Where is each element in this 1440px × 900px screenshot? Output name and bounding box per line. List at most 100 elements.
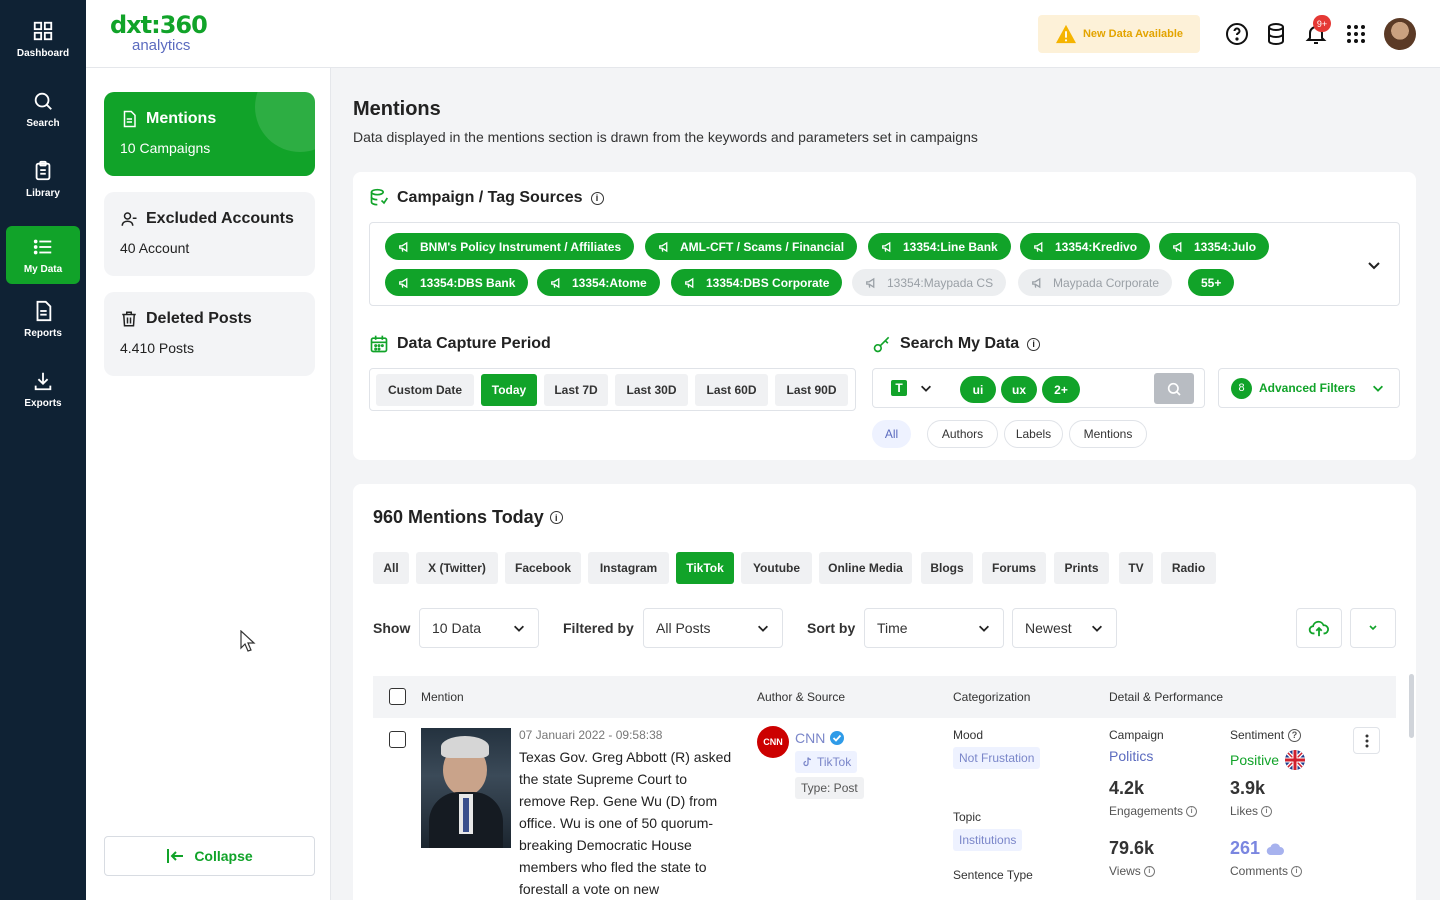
campaign-chip[interactable]: BNM's Policy Instrument / Affiliates [385, 233, 635, 260]
database-stack-icon [370, 188, 389, 206]
scope-mentions[interactable]: Mentions [1069, 420, 1147, 448]
nav-item-reports[interactable]: Reports [6, 290, 80, 348]
info-icon[interactable]: i [1291, 865, 1303, 877]
megaphone-icon [659, 241, 668, 252]
platform-tab-forums[interactable]: Forums [982, 552, 1046, 584]
stat-label: Engagements [1109, 804, 1184, 818]
sidebar-card-excluded-accounts[interactable]: Excluded Accounts 40 Account [104, 192, 315, 276]
campaign-chip[interactable]: 13354:DBS Bank [385, 269, 529, 296]
nav-item-exports[interactable]: Exports [6, 360, 80, 418]
stat-label: Views [1109, 864, 1141, 878]
campaign-chip[interactable]: 13354:Maypada CS [852, 269, 1007, 296]
card-title: Excluded Accounts [146, 210, 294, 227]
topic-chip[interactable]: Institutions [953, 829, 1023, 851]
brand-logo[interactable]: dxt:360 analytics [110, 12, 220, 56]
period-option-7d[interactable]: Last 7D [544, 374, 608, 406]
platform-tab-instagram[interactable]: Instagram [588, 552, 669, 584]
sort-order-select[interactable]: Newest [1012, 608, 1117, 648]
chevron-down-icon[interactable] [919, 381, 933, 395]
nav-label: Exports [24, 397, 62, 409]
platform-tab-facebook[interactable]: Facebook [505, 552, 581, 584]
table-row[interactable]: 07 Januari 2022 - 09:58:38 Texas Gov. Gr… [373, 726, 1396, 900]
campaign-sources-header: Campaign / Tag Sources i [369, 188, 604, 208]
author-name[interactable]: CNN [795, 730, 825, 746]
sidebar-card-deleted-posts[interactable]: Deleted Posts 4.410 Posts [104, 292, 315, 376]
scope-all[interactable]: All [872, 420, 911, 448]
scope-labels[interactable]: Labels [1004, 420, 1063, 448]
platform-tab-x[interactable]: X (Twitter) [416, 552, 498, 584]
info-icon[interactable]: i [1027, 337, 1041, 351]
period-option-60d[interactable]: Last 60D [695, 374, 768, 406]
advanced-filters-button[interactable]: 8 Advanced Filters [1218, 368, 1400, 408]
collapse-label: Collapse [194, 848, 253, 864]
megaphone-icon [685, 277, 694, 288]
nav-item-library[interactable]: Library [6, 150, 80, 208]
info-icon[interactable]: i [590, 191, 604, 205]
platform-tab-online-media[interactable]: Online Media [819, 552, 912, 584]
info-icon[interactable]: i [1261, 805, 1273, 817]
campaign-chip[interactable]: 13354:Julo [1159, 233, 1270, 260]
campaign-chip[interactable]: 13354:Line Bank [868, 233, 1011, 260]
period-option-today[interactable]: Today [481, 374, 537, 406]
campaign-chip[interactable]: 13354:Atome [537, 269, 660, 296]
collapse-button[interactable]: Collapse [104, 836, 315, 876]
nav-item-search[interactable]: Search [6, 80, 80, 138]
campaign-chip[interactable]: AML-CFT / Scams / Financial [645, 233, 858, 260]
engagements-stat-label: Engagements i [1109, 804, 1198, 818]
platform-tab-tv[interactable]: TV [1119, 552, 1153, 584]
comments-value[interactable]: 261 [1230, 838, 1260, 859]
info-icon[interactable]: ? [1288, 728, 1302, 742]
post-text-line: breaking Democratic House [519, 837, 692, 853]
row-checkbox[interactable] [389, 731, 406, 748]
keyword-more-chip[interactable]: 2+ [1042, 376, 1080, 403]
scrollbar-thumb[interactable] [1409, 674, 1414, 738]
help-icon[interactable] [1225, 22, 1249, 46]
platform-tab-prints[interactable]: Prints [1054, 552, 1109, 584]
megaphone-icon [1173, 241, 1182, 252]
platform-tab-tiktok[interactable]: TikTok [676, 552, 734, 584]
info-icon[interactable]: i [549, 511, 563, 524]
post-type-chip: Type: Post [795, 777, 864, 799]
period-selector: Custom Date Today Last 7D Last 30D Last … [369, 368, 856, 411]
user-avatar[interactable] [1384, 18, 1416, 50]
keyword-chip[interactable]: ux [1001, 376, 1037, 403]
keyword-chip[interactable]: ui [960, 376, 996, 403]
platform-tab-all[interactable]: All [373, 552, 409, 584]
period-option-30d[interactable]: Last 30D [615, 374, 688, 406]
campaign-link[interactable]: Politics [1109, 748, 1153, 764]
period-option-custom[interactable]: Custom Date [376, 374, 474, 406]
show-count-select[interactable]: 10 Data [419, 608, 539, 648]
nav-item-dashboard[interactable]: Dashboard [6, 10, 80, 68]
text-type-icon[interactable]: T [891, 380, 907, 396]
mood-chip[interactable]: Not Frustation [953, 747, 1041, 769]
sidebar-card-mentions[interactable]: Mentions 10 Campaigns [104, 92, 315, 176]
upload-button[interactable] [1296, 608, 1342, 648]
apps-grid-icon[interactable] [1344, 22, 1368, 46]
more-tags-chip[interactable]: 55+ [1188, 269, 1235, 296]
author-avatar[interactable]: CNN [757, 726, 789, 758]
select-all-checkbox[interactable] [389, 688, 406, 705]
campaign-chip[interactable]: 13354:Kredivo [1020, 233, 1151, 260]
row-menu-button[interactable] [1353, 727, 1380, 754]
campaign-chip[interactable]: 13354:DBS Corporate [671, 269, 843, 296]
period-option-90d[interactable]: Last 90D [775, 374, 848, 406]
filter-posts-select[interactable]: All Posts [643, 608, 783, 648]
search-submit-button[interactable] [1154, 373, 1194, 404]
platform-tab-youtube[interactable]: Youtube [741, 552, 812, 584]
sort-by-label: Sort by [807, 620, 856, 636]
post-thumbnail[interactable] [421, 728, 511, 848]
select-value: 10 Data [432, 620, 482, 636]
tiktok-icon [803, 757, 812, 767]
sort-field-select[interactable]: Time [864, 608, 1004, 648]
scope-authors[interactable]: Authors [927, 420, 998, 448]
nav-item-my-data[interactable]: My Data [6, 226, 80, 284]
database-icon[interactable] [1264, 22, 1288, 46]
new-data-available-button[interactable]: New Data Available [1038, 15, 1200, 53]
info-icon[interactable]: i [1186, 805, 1198, 817]
campaign-chip[interactable]: Maypada Corporate [1018, 269, 1173, 296]
platform-tab-blogs[interactable]: Blogs [921, 552, 973, 584]
chevron-down-icon[interactable] [1366, 257, 1382, 273]
platform-tab-radio[interactable]: Radio [1161, 552, 1216, 584]
info-icon[interactable]: i [1143, 865, 1155, 877]
more-options-button[interactable] [1350, 608, 1396, 648]
